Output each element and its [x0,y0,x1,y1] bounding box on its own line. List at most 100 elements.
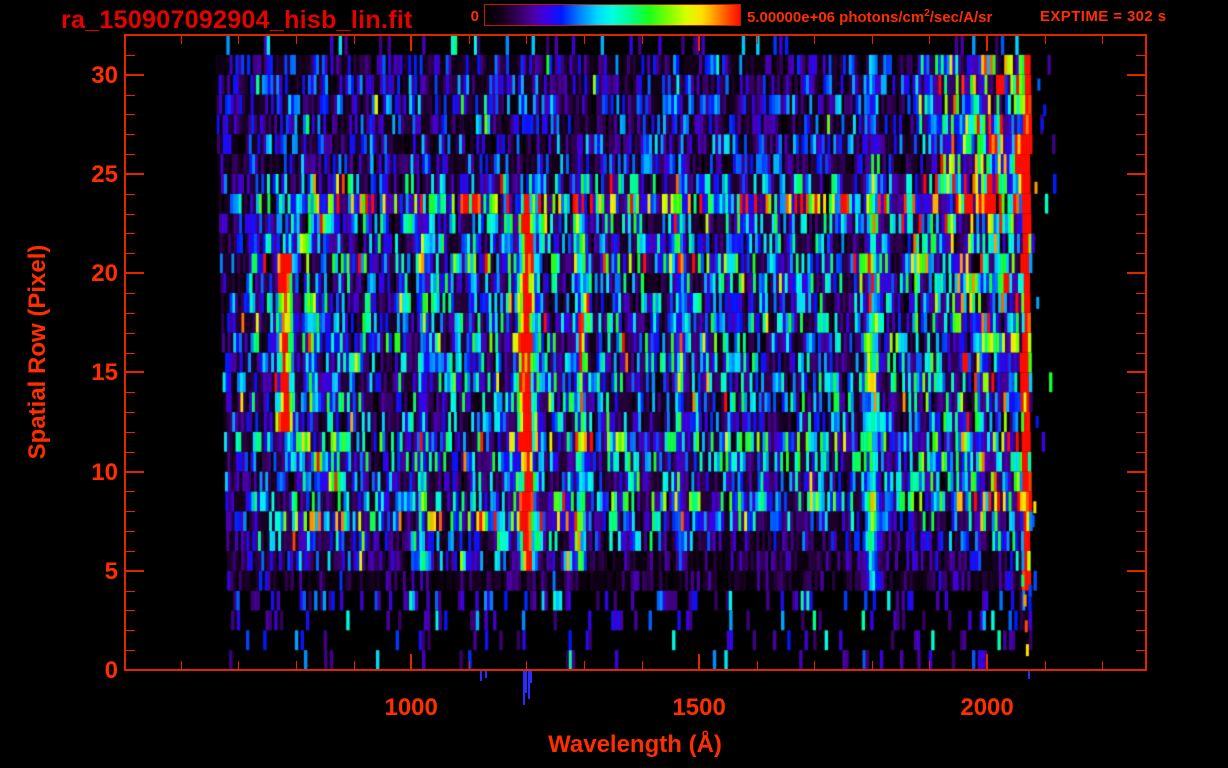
y-minor-tick [126,332,135,334]
x-minor-tick-top [641,36,643,44]
y-minor-tick-right [1136,292,1145,294]
x-minor-tick-top [583,36,585,44]
y-minor-tick-right [1136,590,1145,592]
x-minor-tick-top [296,36,298,44]
y-major-tick-right [1127,172,1145,175]
x-minor-tick [583,661,585,669]
colorbar [484,4,741,26]
under-axis-mark [480,671,483,681]
y-minor-tick-right [1136,253,1145,255]
y-minor-tick [126,431,135,433]
x-minor-tick-top [1102,36,1104,44]
y-tick-label: 5 [104,557,118,585]
y-minor-tick-right [1136,531,1145,533]
y-minor-tick [126,590,135,592]
x-tick-label: 1000 [384,694,438,721]
x-minor-tick [296,661,298,669]
x-minor-tick [814,661,816,669]
colorbar-max-prefix: 5.00000e+06 photons/cm [747,9,925,26]
x-minor-tick-top [180,36,182,44]
y-minor-tick-right [1136,213,1145,215]
y-minor-tick [126,630,135,632]
x-major-tick [698,654,701,669]
y-minor-tick [126,412,135,414]
y-major-tick-right [1127,73,1145,76]
y-minor-tick-right [1136,352,1145,354]
colorbar-max-label: 5.00000e+06 photons/cm2/sec/A/sr [747,8,992,26]
y-major-tick [126,73,144,76]
y-axis-label: Spatial Row (Pixel) [24,244,51,460]
x-minor-tick [641,661,643,669]
y-major-tick [126,172,144,175]
colorbar-min-label: 0 [470,8,479,25]
y-minor-tick [126,610,135,612]
y-minor-tick-right [1136,412,1145,414]
y-minor-tick [126,94,135,96]
x-minor-tick [1044,661,1046,669]
y-minor-tick [126,491,135,493]
axis-top [124,34,1147,36]
x-major-tick [986,654,989,669]
x-minor-tick-top [756,36,758,44]
y-major-tick-right [1127,569,1145,572]
y-minor-tick-right [1136,54,1145,56]
y-minor-tick [126,352,135,354]
y-minor-tick-right [1136,94,1145,96]
x-minor-tick-top [814,36,816,44]
x-major-tick [410,654,413,669]
x-minor-tick-top [871,36,873,44]
y-minor-tick-right [1136,114,1145,116]
x-minor-tick-top [1044,36,1046,44]
y-minor-tick-right [1136,650,1145,652]
y-minor-tick [126,54,135,56]
y-minor-tick [126,550,135,552]
y-tick-label: 30 [91,61,118,89]
y-major-tick [126,569,144,572]
y-major-tick-right [1127,669,1145,671]
plot-title: ra_150907092904_hisb_lin.fit [61,6,413,34]
y-minor-tick-right [1136,154,1145,156]
x-minor-tick [1102,661,1104,669]
x-minor-tick [353,661,355,669]
y-minor-tick [126,233,135,235]
x-minor-tick [468,661,470,669]
y-minor-tick-right [1136,451,1145,453]
y-tick-label: 0 [104,657,118,684]
x-major-tick-top [986,36,989,51]
y-major-tick-right [1127,371,1145,374]
y-minor-tick-right [1136,431,1145,433]
y-major-tick-right [1127,470,1145,473]
y-minor-tick [126,292,135,294]
y-tick-label: 20 [91,260,118,288]
y-minor-tick-right [1136,233,1145,235]
x-minor-tick-top [468,36,470,44]
y-minor-tick-right [1136,332,1145,334]
y-minor-tick [126,531,135,533]
y-major-tick [126,272,144,275]
y-minor-tick [126,253,135,255]
x-minor-tick-top [353,36,355,44]
x-major-tick-top [410,36,413,51]
y-major-tick [126,371,144,374]
x-minor-tick [180,661,182,669]
y-minor-tick-right [1136,491,1145,493]
exptime-label: EXPTIME = 302 s [1040,8,1167,25]
x-major-tick-top [698,36,701,51]
y-minor-tick-right [1136,312,1145,314]
y-minor-tick-right [1136,630,1145,632]
y-minor-tick-right [1136,550,1145,552]
y-minor-tick-right [1136,610,1145,612]
y-minor-tick [126,134,135,136]
y-minor-tick-right [1136,511,1145,513]
y-minor-tick [126,312,135,314]
y-minor-tick-right [1136,193,1145,195]
x-tick-label: 1500 [672,694,726,721]
y-minor-tick [126,193,135,195]
x-minor-tick [238,661,240,669]
x-minor-tick [756,661,758,669]
under-axis-mark [485,671,488,678]
y-minor-tick [126,392,135,394]
x-minor-tick [929,661,931,669]
x-minor-tick-top [526,36,528,44]
y-minor-tick-right [1136,392,1145,394]
